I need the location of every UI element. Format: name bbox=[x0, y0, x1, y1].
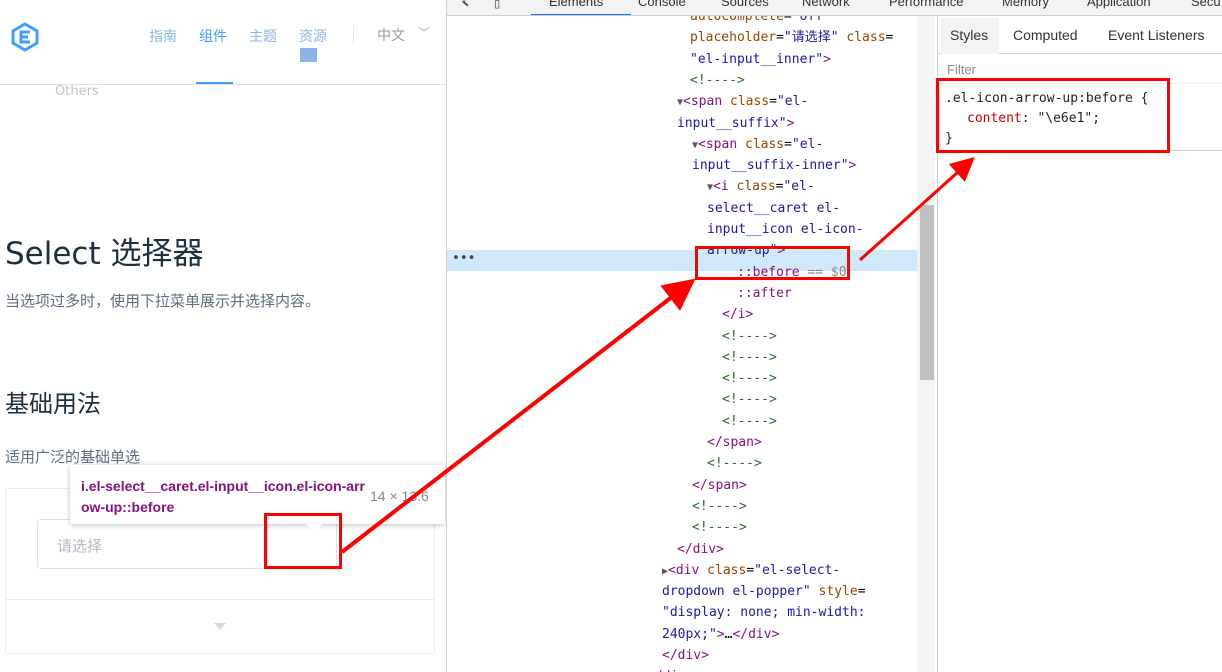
styles-filter-input[interactable]: Filter bbox=[947, 62, 976, 77]
nav-active-underline bbox=[196, 82, 233, 84]
demo-divider bbox=[6, 599, 434, 600]
tab-network[interactable]: Network bbox=[802, 0, 850, 9]
tab-security[interactable]: Secu bbox=[1191, 0, 1221, 9]
dom-line[interactable]: <!----> bbox=[722, 347, 777, 368]
caret-down-icon[interactable] bbox=[214, 623, 226, 630]
tooltip-selector: i.el-select__caret.el-input__icon.el-ico… bbox=[81, 478, 365, 515]
tab-application[interactable]: Application bbox=[1087, 0, 1151, 9]
tooltip-dimensions: 14 × 13.6 bbox=[370, 488, 429, 504]
element-logo-icon[interactable] bbox=[10, 22, 40, 52]
tab-styles[interactable]: Styles bbox=[950, 27, 988, 43]
annotation-box-css-rule bbox=[936, 78, 1170, 153]
section-description: 适用广泛的基础单选 bbox=[5, 448, 141, 466]
styles-tabbar: Styles Computed Event Listeners bbox=[938, 16, 1222, 54]
device-toolbar-icon[interactable]: ▯ bbox=[493, 0, 501, 12]
dom-line[interactable]: </span> bbox=[692, 475, 747, 496]
tab-event-listeners[interactable]: Event Listeners bbox=[1108, 27, 1205, 43]
dom-line[interactable]: select__caret el- bbox=[707, 198, 840, 219]
inspector-tooltip: i.el-select__caret.el-input__icon.el-ico… bbox=[70, 465, 445, 532]
dom-line[interactable]: input__suffix-inner"> bbox=[692, 155, 856, 176]
dom-line[interactable]: ::after bbox=[737, 283, 792, 304]
section-title: 基础用法 bbox=[5, 390, 101, 418]
tab-performance[interactable]: Performance bbox=[889, 0, 963, 9]
annotation-box-caret bbox=[264, 513, 342, 569]
dom-line[interactable]: <!----> bbox=[707, 453, 762, 474]
select-placeholder: 请选择 bbox=[57, 537, 103, 555]
dom-line[interactable]: ▼<span class="el- bbox=[692, 134, 823, 155]
nav-component[interactable]: 组件 bbox=[199, 26, 227, 46]
site-header: 指南 组件 主题 资源 中文 ﹀ bbox=[0, 0, 446, 85]
dom-line[interactable]: </span> bbox=[707, 432, 762, 453]
dom-line[interactable]: </div> bbox=[677, 539, 724, 560]
dom-line[interactable]: <!----> bbox=[692, 496, 747, 517]
dom-line[interactable]: ▼<span class="el- bbox=[677, 91, 808, 112]
tab-console[interactable]: Console bbox=[638, 0, 686, 9]
dom-line[interactable]: </i> bbox=[722, 304, 753, 325]
dom-line[interactable]: autocomplete="off" bbox=[690, 16, 831, 27]
tab-memory[interactable]: Memory bbox=[1002, 0, 1049, 9]
dom-line[interactable]: ▶<div class="el-select- bbox=[662, 560, 840, 581]
select-caret-icon-highlight[interactable] bbox=[300, 48, 317, 62]
annotation-box-before bbox=[695, 246, 850, 280]
dom-line[interactable]: <!----> bbox=[690, 70, 745, 91]
dom-line[interactable]: <!----> bbox=[722, 411, 777, 432]
dom-line[interactable]: input__suffix"> bbox=[677, 113, 794, 134]
dom-line[interactable]: "el-input__inner"> bbox=[690, 49, 831, 70]
dom-line[interactable]: <!----> bbox=[722, 326, 777, 347]
web-page-pane: 指南 组件 主题 资源 中文 ﹀ Others Select 选择器 当选项过多… bbox=[0, 0, 447, 672]
dom-line[interactable]: </div> bbox=[662, 645, 709, 666]
dom-line[interactable]: "display: none; min-width: bbox=[662, 602, 866, 623]
dom-line[interactable]: </div> bbox=[647, 666, 694, 672]
nav-resource[interactable]: 资源 bbox=[299, 26, 327, 46]
screenshot-root: 指南 组件 主题 资源 中文 ﹀ Others Select 选择器 当选项过多… bbox=[0, 0, 1222, 672]
tab-computed[interactable]: Computed bbox=[1013, 27, 1078, 43]
sidebar-group-others[interactable]: Others bbox=[55, 84, 99, 99]
dom-line[interactable]: input__icon el-icon- bbox=[707, 219, 864, 240]
dom-line[interactable]: placeholder="请选择" class= bbox=[690, 27, 893, 48]
dom-line[interactable]: 240px;">…</div> bbox=[662, 624, 779, 645]
page-description: 当选项过多时，使用下拉菜单展示并选择内容。 bbox=[5, 292, 321, 310]
tab-sources[interactable]: Sources bbox=[721, 0, 769, 9]
dom-line[interactable]: ▼<i class="el- bbox=[707, 176, 815, 197]
more-options-icon[interactable]: ••• bbox=[452, 252, 475, 265]
nav-separator bbox=[353, 26, 354, 44]
dom-line[interactable]: <!----> bbox=[692, 517, 747, 538]
chevron-down-icon[interactable]: ﹀ bbox=[418, 24, 430, 41]
nav-guide[interactable]: 指南 bbox=[149, 26, 177, 46]
dom-line[interactable]: dropdown el-popper" style= bbox=[662, 581, 866, 602]
language-select[interactable]: 中文 bbox=[377, 25, 405, 45]
page-title: Select 选择器 bbox=[5, 236, 204, 272]
inspect-element-icon[interactable]: ⬉ bbox=[461, 0, 469, 12]
nav-theme[interactable]: 主题 bbox=[249, 26, 277, 46]
dom-line[interactable]: <!----> bbox=[722, 368, 777, 389]
devtools-tabbar: ⬉ ▯ Elements Console Sources Network Per… bbox=[447, 0, 1222, 16]
elements-scrollbar-thumb[interactable] bbox=[920, 205, 934, 380]
tab-elements[interactable]: Elements bbox=[549, 0, 603, 9]
dom-line[interactable]: <!----> bbox=[722, 389, 777, 410]
elements-dom-tree[interactable]: ••• autocomplete="off" placeholder="请选择" … bbox=[447, 16, 917, 672]
